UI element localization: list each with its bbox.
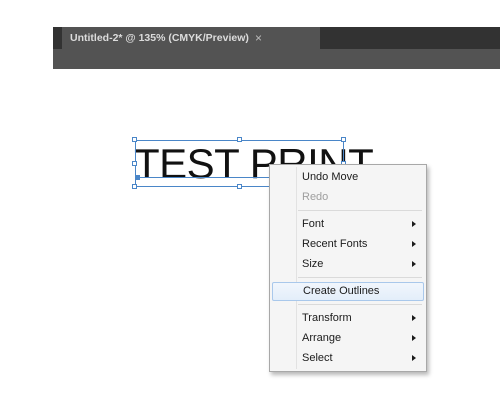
close-icon[interactable]: × bbox=[255, 31, 262, 45]
menu-item-recent-fonts[interactable]: Recent Fonts bbox=[272, 235, 424, 254]
menu-item-undo-move[interactable]: Undo Move bbox=[272, 168, 424, 187]
illustrator-window: Untitled-2* @ 135% (CMYK/Preview) × TEST… bbox=[0, 0, 500, 414]
document-tab[interactable]: Untitled-2* @ 135% (CMYK/Preview) × bbox=[62, 27, 320, 49]
menu-item-arrange[interactable]: Arrange bbox=[272, 329, 424, 348]
baseline-anchor-point bbox=[135, 175, 140, 180]
resize-handle-top-left[interactable] bbox=[132, 137, 137, 142]
menu-item-redo: Redo bbox=[272, 188, 424, 207]
document-tab-bar: Untitled-2* @ 135% (CMYK/Preview) × bbox=[53, 27, 500, 49]
resize-handle-middle-left[interactable] bbox=[132, 161, 137, 166]
menu-item-label: Font bbox=[302, 218, 325, 230]
submenu-arrow-icon bbox=[412, 261, 416, 267]
submenu-arrow-icon bbox=[412, 335, 416, 341]
menu-item-size[interactable]: Size bbox=[272, 255, 424, 274]
menu-item-label: Recent Fonts bbox=[302, 238, 368, 250]
submenu-arrow-icon bbox=[412, 355, 416, 361]
resize-handle-bottom-middle[interactable] bbox=[237, 184, 242, 189]
resize-handle-top-middle[interactable] bbox=[237, 137, 242, 142]
context-menu: Undo Move Redo Font Recent Fonts Size Cr… bbox=[269, 164, 427, 372]
submenu-arrow-icon bbox=[412, 221, 416, 227]
menu-separator bbox=[298, 210, 422, 211]
menu-separator bbox=[298, 277, 422, 278]
menu-item-label: Create Outlines bbox=[303, 285, 380, 297]
menu-separator bbox=[298, 304, 422, 305]
menu-item-label: Arrange bbox=[302, 332, 342, 344]
menu-item-create-outlines[interactable]: Create Outlines bbox=[272, 282, 424, 301]
menu-item-label: Size bbox=[302, 258, 324, 270]
menu-item-font[interactable]: Font bbox=[272, 215, 424, 234]
menu-item-label: Undo Move bbox=[302, 171, 359, 183]
document-tab-title: Untitled-2* @ 135% (CMYK/Preview) bbox=[70, 32, 249, 44]
submenu-arrow-icon bbox=[412, 241, 416, 247]
menu-item-label: Transform bbox=[302, 312, 352, 324]
resize-handle-bottom-left[interactable] bbox=[132, 184, 137, 189]
submenu-arrow-icon bbox=[412, 315, 416, 321]
menu-item-label: Redo bbox=[302, 191, 329, 203]
resize-handle-top-right[interactable] bbox=[341, 137, 346, 142]
control-bar bbox=[53, 49, 500, 69]
menu-item-label: Select bbox=[302, 352, 333, 364]
menu-item-select[interactable]: Select bbox=[272, 349, 424, 368]
menu-item-transform[interactable]: Transform bbox=[272, 309, 424, 328]
